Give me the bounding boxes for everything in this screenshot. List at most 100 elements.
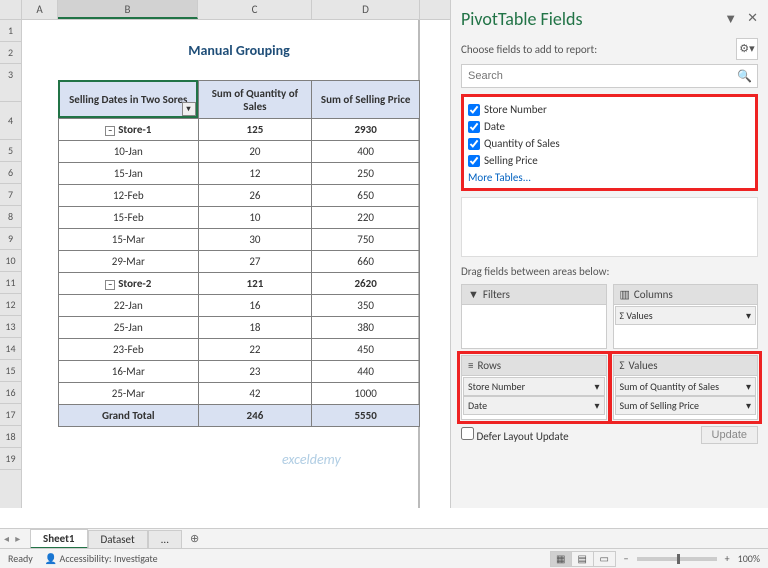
row-header[interactable]: 6	[0, 162, 21, 184]
sheet-tab-active[interactable]: Sheet1	[30, 529, 88, 549]
status-ready: Ready	[8, 552, 33, 565]
chevron-down-icon[interactable]: ▾	[746, 380, 751, 393]
field-checkbox[interactable]: Quantity of Sales	[468, 135, 751, 152]
values-area[interactable]: ΣValues Sum of Quantity of Sales▾ Sum of…	[613, 355, 759, 420]
row-header[interactable]: 17	[0, 404, 21, 426]
chevron-down-icon[interactable]: ▾	[594, 380, 599, 393]
row-header[interactable]: 18	[0, 426, 21, 448]
table-row[interactable]: 23-Feb22450	[59, 339, 420, 361]
sheet-tab-more[interactable]: ...	[148, 530, 182, 548]
table-row[interactable]: 15-Feb10220	[59, 207, 420, 229]
pivot-header-qty[interactable]: Sum of Quantity of Sales	[198, 81, 312, 119]
rows-icon: ≡	[468, 359, 473, 372]
pane-subtitle: Choose fields to add to report:	[461, 43, 597, 56]
filters-area[interactable]: ▼Filters	[461, 284, 607, 349]
row-header[interactable]: 9	[0, 228, 21, 250]
table-row[interactable]: 22-Jan16350	[59, 295, 420, 317]
row-header[interactable]: 15	[0, 360, 21, 382]
table-row[interactable]: −Store-21212620	[59, 273, 420, 295]
row-header[interactable]: 10	[0, 250, 21, 272]
row-header[interactable]: 1	[0, 20, 21, 42]
sheet-tab[interactable]: Dataset	[88, 530, 148, 548]
search-icon: 🔍	[737, 69, 752, 84]
field-checkbox[interactable]: Date	[468, 118, 751, 135]
row-header[interactable]: 7	[0, 184, 21, 206]
sheet-tab-bar: ◂ ▸ Sheet1 Dataset ... ⊕	[0, 528, 768, 548]
col-header-c[interactable]: C	[198, 0, 312, 19]
area-item[interactable]: Store Number▾	[463, 377, 605, 396]
row-header[interactable]: 2	[0, 42, 21, 64]
field-checkbox[interactable]: Store Number	[468, 101, 751, 118]
tab-nav-arrows[interactable]: ◂ ▸	[4, 532, 22, 545]
row-header[interactable]: 11	[0, 272, 21, 294]
row-header[interactable]: 16	[0, 382, 21, 404]
area-item[interactable]: Date▾	[463, 396, 605, 415]
watermark: exceldemy	[282, 451, 341, 468]
zoom-slider[interactable]	[637, 557, 717, 561]
row-header[interactable]: 4	[0, 102, 21, 140]
more-tables-link[interactable]: More Tables...	[468, 169, 751, 184]
zoom-out-button[interactable]: −	[624, 552, 629, 565]
table-row[interactable]: 16-Mar23440	[59, 361, 420, 383]
pivottable-fields-pane: PivotTable Fields ▼ ✕ Choose fields to a…	[450, 0, 768, 508]
values-icon: Σ	[620, 359, 625, 372]
worksheet-cells[interactable]: Manual Grouping Selling Dates in Two Sor…	[22, 20, 420, 508]
row-headers: 1 2 3 4 5 6 7 8 9 10 11 12 13 14 15 16 1…	[0, 20, 22, 508]
pivot-header-rows[interactable]: Selling Dates in Two Sores▾	[59, 81, 199, 119]
chevron-down-icon[interactable]: ▾	[746, 309, 751, 322]
table-row[interactable]: 15-Mar30750	[59, 229, 420, 251]
row-header[interactable]: 5	[0, 140, 21, 162]
chevron-down-icon[interactable]: ▾	[746, 399, 751, 412]
zoom-in-button[interactable]: +	[725, 552, 730, 565]
row-header[interactable]: 8	[0, 206, 21, 228]
area-item[interactable]: Sum of Selling Price▾	[615, 396, 757, 415]
sheet-title: Manual Grouping	[58, 42, 420, 59]
collapse-icon[interactable]: −	[105, 280, 115, 290]
accessibility-status[interactable]: 👤 Accessibility: Investigate	[45, 552, 158, 565]
area-item[interactable]: Sum of Quantity of Sales▾	[615, 377, 757, 396]
table-row[interactable]: −Store-11252930	[59, 119, 420, 141]
table-row[interactable]: 29-Mar27660	[59, 251, 420, 273]
chevron-down-icon[interactable]: ▾	[594, 399, 599, 412]
row-header[interactable]: 14	[0, 338, 21, 360]
table-row[interactable]: 25-Jan18380	[59, 317, 420, 339]
table-row[interactable]: 15-Jan12250	[59, 163, 420, 185]
zoom-level[interactable]: 100%	[738, 552, 760, 565]
table-row[interactable]: 12-Feb26650	[59, 185, 420, 207]
pane-title: PivotTable Fields	[461, 8, 583, 30]
row-header[interactable]: 13	[0, 316, 21, 338]
row-header[interactable]: 19	[0, 448, 21, 470]
gear-icon[interactable]: ⚙▾	[736, 38, 758, 60]
pane-dropdown-icon[interactable]: ▼	[724, 11, 737, 27]
collapse-icon[interactable]: −	[105, 126, 115, 136]
grand-total-row[interactable]: Grand Total2465550	[59, 405, 420, 427]
row-header[interactable]: 3	[0, 64, 21, 102]
columns-area[interactable]: ▥Columns Σ Values▾	[613, 284, 759, 349]
update-button[interactable]: Update	[701, 426, 758, 444]
field-checkbox[interactable]: Selling Price	[468, 152, 751, 169]
col-header-d[interactable]: D	[312, 0, 420, 19]
close-icon[interactable]: ✕	[747, 11, 758, 27]
search-input[interactable]	[461, 64, 758, 88]
normal-view-icon[interactable]: ▦	[550, 551, 572, 567]
drag-label: Drag fields between areas below:	[461, 265, 758, 278]
row-header[interactable]: 12	[0, 294, 21, 316]
area-item[interactable]: Σ Values▾	[615, 306, 757, 325]
fields-list-empty	[461, 197, 758, 257]
rows-area[interactable]: ≡Rows Store Number▾ Date▾	[461, 355, 607, 420]
col-header-a[interactable]: A	[22, 0, 58, 19]
pivot-header-price[interactable]: Sum of Selling Price	[312, 81, 420, 119]
add-sheet-button[interactable]: ⊕	[182, 530, 207, 547]
select-all-corner[interactable]	[0, 0, 22, 19]
filter-dropdown-icon[interactable]: ▾	[182, 102, 196, 116]
view-buttons[interactable]: ▦ ▤ ▭	[550, 551, 616, 567]
pivot-table[interactable]: Selling Dates in Two Sores▾ Sum of Quant…	[58, 80, 420, 427]
page-layout-icon[interactable]: ▤	[572, 551, 594, 567]
table-row[interactable]: 25-Mar421000	[59, 383, 420, 405]
filter-icon: ▼	[468, 288, 479, 301]
page-break-icon[interactable]: ▭	[594, 551, 616, 567]
defer-checkbox[interactable]: Defer Layout Update	[461, 427, 569, 443]
col-header-b[interactable]: B	[58, 0, 198, 19]
columns-icon: ▥	[620, 288, 630, 301]
table-row[interactable]: 10-Jan20400	[59, 141, 420, 163]
